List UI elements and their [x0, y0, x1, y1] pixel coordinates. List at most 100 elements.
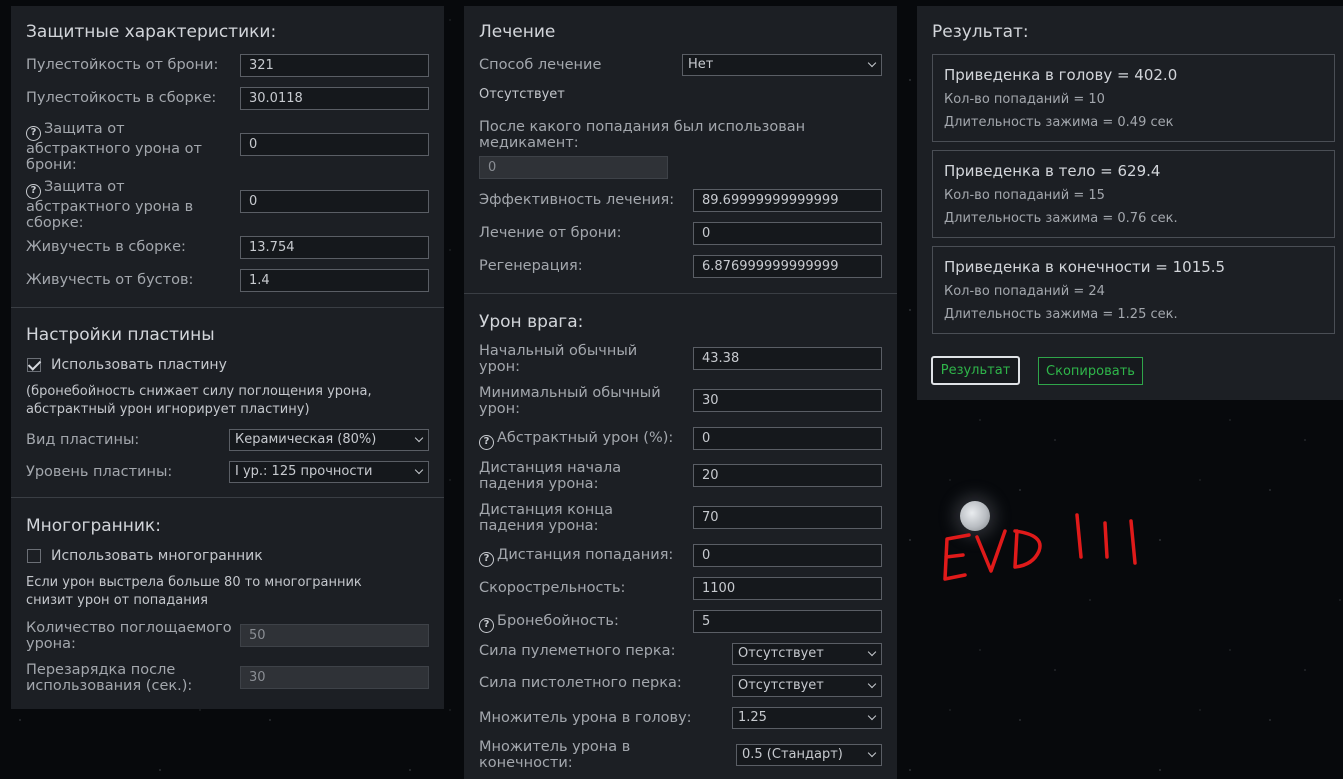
start-dmg-label: Начальный обычный урон: [479, 343, 638, 375]
hit-dist-label-wrap: ? Дистанция попадания: [479, 547, 673, 567]
body-result-hold: Длительность зажима = 0.76 сек. [944, 211, 1178, 226]
poly-cooldown-label: Перезарядка после использования (сек.): [26, 662, 193, 694]
limb-mult-label: Множитель урона в конечности: [479, 739, 631, 771]
result-card-head: Приведенка в голову = 402.0 Кол-во попад… [932, 54, 1335, 142]
limbs-result-hold: Длительность зажима = 1.25 сек. [944, 307, 1178, 322]
ap-input[interactable]: 5 [693, 610, 882, 633]
hit-dist-label: Дистанция попадания: [497, 547, 674, 563]
pistol-perk-value: Отсутствует [738, 678, 824, 693]
limb-mult-select[interactable]: 0.5 (Стандарт) [736, 744, 882, 766]
armor-heal-label: Лечение от брони: [479, 225, 622, 241]
build-bullet-res-label: Пулестойкость в сборке: [26, 90, 217, 106]
copy-button[interactable]: Скопировать [1038, 357, 1143, 385]
mg-perk-value: Отсутствует [738, 646, 824, 661]
body-result-title: Приведенка в тело = 629.4 [944, 162, 1161, 180]
mg-perk-select[interactable]: Отсутствует [732, 643, 882, 665]
min-dmg-input[interactable]: 30 [693, 389, 882, 412]
armor-heal-input[interactable]: 0 [693, 222, 882, 245]
pistol-perk-select[interactable]: Отсутствует [732, 675, 882, 697]
plate-type-select[interactable]: Керамическая (80%) [229, 429, 429, 451]
start-dmg-input[interactable]: 43.38 [693, 347, 882, 370]
help-icon[interactable]: ? [26, 126, 41, 141]
plate-level-select[interactable]: I ур.: 125 прочности [229, 461, 429, 483]
build-vitality-input[interactable]: 13.754 [240, 236, 429, 259]
result-card-body: Приведенка в тело = 629.4 Кол-во попадан… [932, 150, 1335, 238]
plate-note: (бронебойность снижает силу поглощения у… [26, 384, 372, 417]
rof-input[interactable]: 1100 [693, 577, 882, 600]
heal-method-label: Способ лечение [479, 57, 602, 73]
help-icon[interactable]: ? [479, 552, 494, 567]
build-bullet-res-input[interactable]: 30.0118 [240, 87, 429, 110]
heal-method-value: Нет [688, 57, 714, 72]
hit-dist-input[interactable]: 0 [693, 544, 882, 567]
heal-efficiency-input[interactable]: 89.69999999999999 [693, 189, 882, 212]
help-icon[interactable]: ? [479, 435, 494, 450]
regen-label: Регенерация: [479, 258, 583, 274]
result-card-limbs: Приведенка в конечности = 1015.5 Кол-во … [932, 246, 1335, 334]
chevron-down-icon [867, 748, 877, 758]
armor-bullet-res-input[interactable]: 321 [240, 54, 429, 77]
limbs-result-title: Приведенка в конечности = 1015.5 [944, 258, 1226, 276]
limbs-result-hits: Кол-во попаданий = 24 [944, 284, 1105, 299]
help-icon[interactable]: ? [26, 184, 41, 199]
evd-graffiti-logo [943, 513, 1137, 581]
poly-cooldown-input[interactable]: 30 [240, 666, 429, 689]
falloff-start-input[interactable]: 20 [693, 464, 882, 487]
build-vitality-label: Живучесть в сборке: [26, 239, 186, 255]
ap-label: Бронебойность: [497, 613, 619, 629]
abstract-dmg-input[interactable]: 0 [693, 427, 882, 450]
head-result-title: Приведенка в голову = 402.0 [944, 66, 1178, 84]
use-poly-label: Использовать многогранник [51, 548, 263, 564]
result-title: Результат: [932, 22, 1029, 42]
protective-panel: Защитные характеристики: Пулестойкость о… [11, 6, 444, 709]
falloff-end-input[interactable]: 70 [693, 506, 882, 529]
use-plate-checkbox[interactable] [27, 358, 41, 372]
healing-title: Лечение [479, 22, 556, 42]
abstract-dmg-label: Абстрактный урон (%): [497, 430, 674, 446]
result-panel: Результат: Приведенка в голову = 402.0 К… [917, 6, 1343, 400]
use-poly-checkbox[interactable] [27, 549, 41, 563]
boost-vitality-label: Живучесть от бустов: [26, 272, 194, 288]
after-hit-input[interactable]: 0 [479, 156, 668, 179]
divider [11, 307, 444, 308]
use-plate-label: Использовать пластину [51, 357, 227, 373]
protective-title: Защитные характеристики: [26, 22, 277, 42]
armor-abstract-label-wrap: ? Защита от абстрактного урона от брони: [26, 121, 226, 173]
head-mult-value: 1.25 [738, 710, 767, 725]
divider [11, 497, 444, 498]
limb-mult-value: 0.5 (Стандарт) [742, 747, 843, 762]
boost-vitality-input[interactable]: 1.4 [240, 269, 429, 292]
help-icon[interactable]: ? [479, 618, 494, 633]
body-result-hits: Кол-во попаданий = 15 [944, 188, 1105, 203]
result-button[interactable]: Результат [931, 356, 1020, 385]
poly-note: Если урон выстрела больше 80 то многогра… [26, 575, 362, 608]
regen-input[interactable]: 6.876999999999999 [693, 255, 882, 278]
chevron-down-icon [867, 711, 877, 721]
heal-status: Отсутствует [479, 87, 565, 102]
head-mult-select[interactable]: 1.25 [732, 707, 882, 729]
armor-bullet-res-label: Пулестойкость от брони: [26, 57, 219, 73]
build-abstract-input[interactable]: 0 [240, 190, 429, 213]
heal-method-select[interactable]: Нет [682, 54, 882, 76]
chevron-down-icon [867, 679, 877, 689]
chevron-down-icon [414, 465, 424, 475]
build-abstract-label-wrap: ? Защита от абстрактного урона в сборке: [26, 179, 226, 231]
armor-abstract-input[interactable]: 0 [240, 133, 429, 156]
plate-type-value: Керамическая (80%) [235, 432, 377, 447]
falloff-start-label: Дистанция начала падения урона: [479, 460, 622, 492]
min-dmg-label: Минимальный обычный урон: [479, 385, 661, 417]
ap-label-wrap: ? Бронебойность: [479, 613, 619, 633]
head-mult-label: Множитель урона в голову: [479, 710, 692, 726]
head-result-hold: Длительность зажима = 0.49 сек [944, 115, 1174, 130]
chevron-down-icon [867, 58, 877, 68]
head-result-hits: Кол-во попаданий = 10 [944, 92, 1105, 107]
plate-title: Настройки пластины [26, 325, 215, 345]
falloff-end-label: Дистанция конца падения урона: [479, 502, 614, 534]
poly-absorb-label: Количество поглощаемого урона: [26, 620, 232, 652]
plate-level-label: Уровень пластины: [26, 464, 173, 480]
abstract-dmg-label-wrap: ? Абстрактный урон (%): [479, 430, 673, 450]
divider [464, 293, 897, 294]
chevron-down-icon [867, 647, 877, 657]
poly-absorb-input[interactable]: 50 [240, 624, 429, 647]
pistol-perk-label: Сила пистолетного перка: [479, 675, 682, 691]
